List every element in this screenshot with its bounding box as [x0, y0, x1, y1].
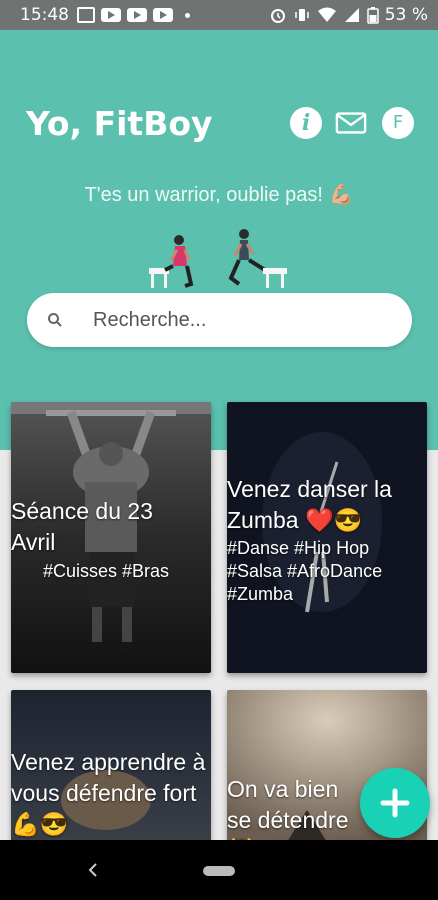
youtube-icon — [153, 8, 173, 22]
workout-card[interactable]: Venez danser la Zumba ❤️😎 #Danse #Hip Ho… — [227, 402, 427, 673]
alarm-icon — [270, 9, 285, 23]
more-notifications-icon — [185, 12, 190, 18]
info-icon[interactable]: i — [290, 107, 322, 139]
status-bar: 15:48 53 % — [0, 0, 438, 30]
app-notification-icon — [77, 7, 95, 23]
signal-icon — [344, 8, 359, 22]
workout-card[interactable]: Séance du 23 Avril #Cuisses #Bras — [11, 402, 211, 673]
back-icon[interactable] — [86, 860, 100, 880]
motto-text: T'es un warrior, oublie pas! 💪🏼 — [84, 184, 354, 206]
header: Yo, FitBoy i F T'es un warrior, oublie p… — [0, 30, 438, 450]
wifi-icon — [317, 7, 336, 22]
add-button[interactable] — [360, 768, 430, 838]
card-title: Venez apprendre à vous défendre fort 💪😎 — [11, 749, 206, 837]
card-tags: #Cuisses #Bras — [43, 561, 170, 581]
vibrate-icon — [295, 9, 309, 21]
workout-card[interactable]: Venez apprendre à vous défendre fort 💪😎 — [11, 690, 211, 842]
search-input[interactable] — [93, 308, 363, 332]
search-icon — [48, 313, 62, 327]
home-icon[interactable] — [203, 866, 235, 876]
system-nav-bar — [0, 840, 438, 900]
greeting-title: Yo, FitBoy — [26, 104, 213, 143]
mail-icon[interactable] — [335, 107, 367, 139]
youtube-icon — [127, 8, 147, 22]
card-title: Séance du 23 Avril — [11, 498, 153, 555]
search-bar[interactable] — [27, 293, 412, 347]
youtube-icon — [101, 8, 121, 22]
battery-percent: 53 % — [384, 5, 428, 25]
status-time: 15:48 — [20, 5, 69, 25]
card-title: Venez danser la Zumba ❤️😎 — [227, 476, 392, 533]
card-tags: #Danse #Hip Hop #Salsa #AfroDance #Zumba — [227, 538, 383, 604]
workout-illustration — [149, 229, 287, 288]
avatar[interactable]: F — [382, 107, 414, 139]
battery-icon — [367, 7, 379, 24]
plus-icon — [380, 788, 410, 818]
